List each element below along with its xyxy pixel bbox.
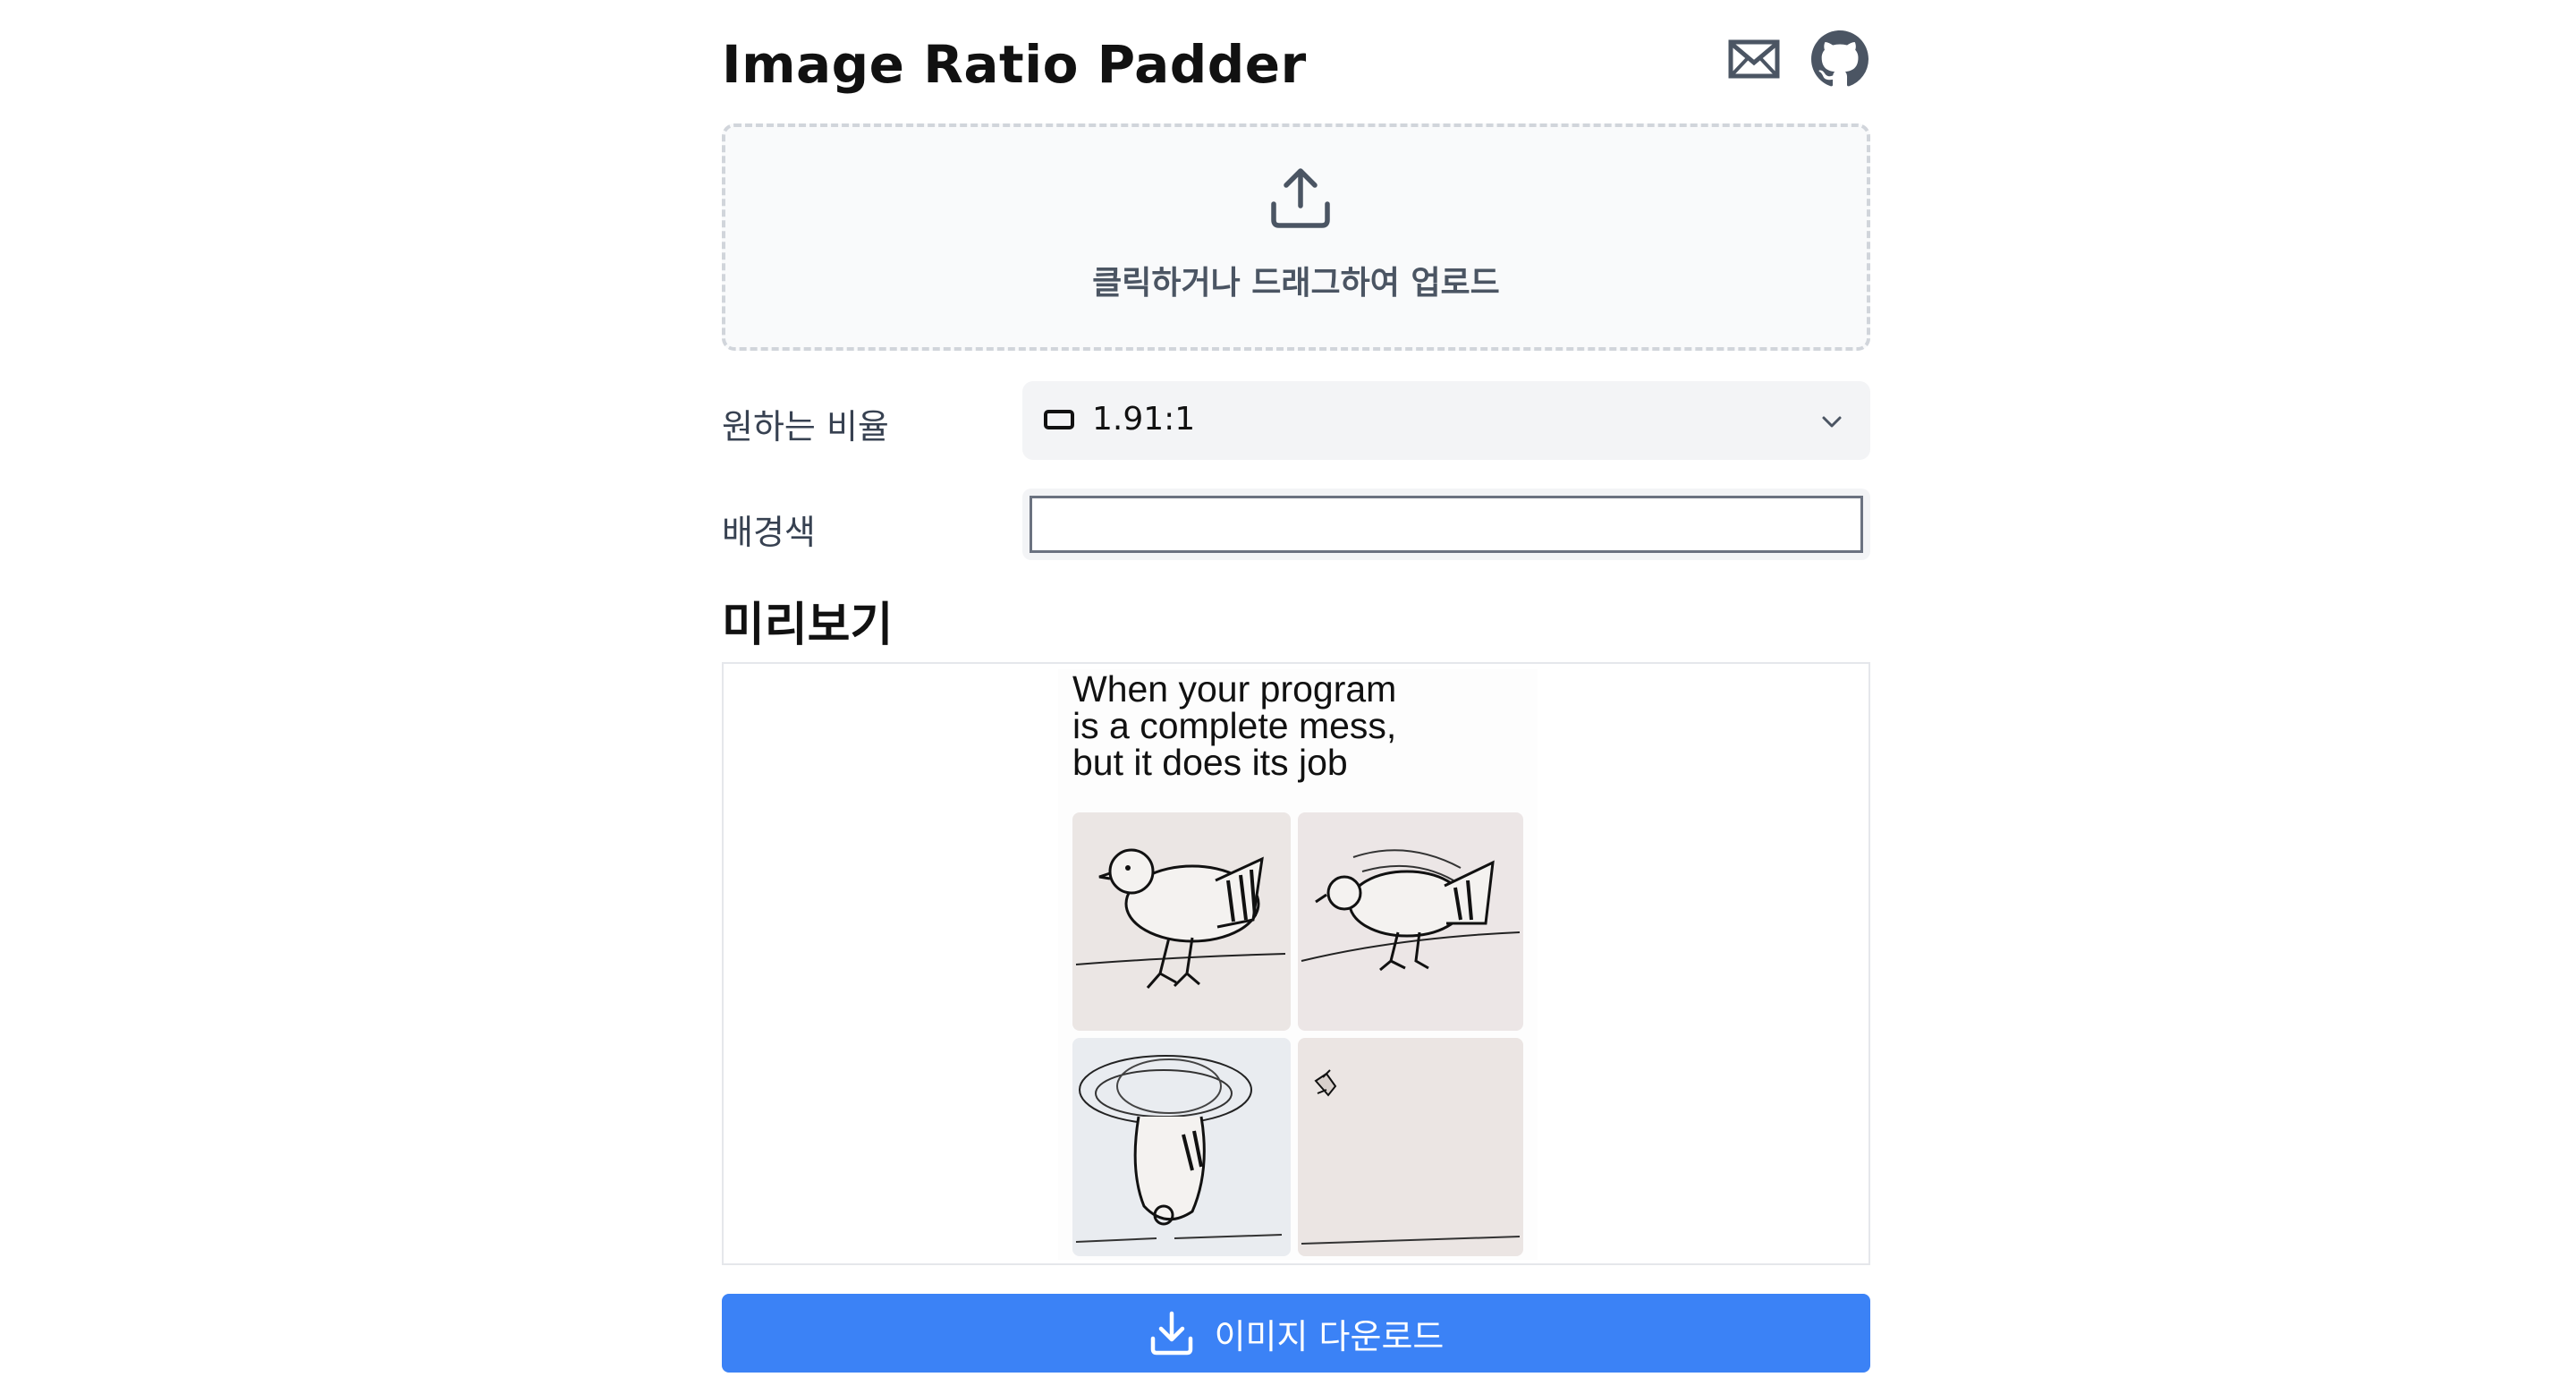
meme-panel: [1072, 812, 1291, 1031]
upload-instructions: 클릭하거나 드래그하여 업로드: [1092, 265, 1500, 302]
ratio-selected-value: 1.91:1: [1092, 401, 1196, 438]
download-icon: [1150, 1311, 1192, 1356]
mail-button[interactable]: [1725, 30, 1783, 88]
chevron-down-icon: [1822, 416, 1842, 428]
preview-area: When your program is a complete mess, bu…: [722, 662, 1870, 1265]
upload-dropzone[interactable]: 클릭하거나 드래그하여 업로드: [722, 123, 1870, 351]
preview-title: 미리보기: [722, 599, 894, 652]
meme-panel: [1298, 812, 1523, 1031]
ratio-label: 원하는 비율: [722, 407, 889, 446]
header: Image Ratio Padder: [722, 27, 1870, 107]
download-button[interactable]: 이미지 다운로드: [722, 1294, 1870, 1373]
background-color-label: 배경색: [722, 513, 816, 552]
meme-panel: [1072, 1038, 1291, 1256]
meme-caption-line: When your program: [1072, 669, 1396, 710]
github-button[interactable]: [1811, 30, 1868, 88]
meme-panel: [1298, 1038, 1523, 1256]
background-color-picker[interactable]: [1022, 489, 1870, 560]
preview-image: When your program is a complete mess, bu…: [1058, 669, 1538, 1260]
upload-icon: [1271, 168, 1330, 228]
color-swatch: [1030, 496, 1863, 553]
mail-icon: [1728, 39, 1780, 79]
meme-caption-line: but it does its job: [1072, 742, 1348, 783]
page-title: Image Ratio Padder: [722, 34, 1307, 95]
github-icon: [1811, 30, 1868, 87]
meme-caption-line: is a complete mess,: [1072, 705, 1396, 746]
download-label: 이미지 다운로드: [1214, 1316, 1445, 1356]
landscape-rect-icon: [1044, 410, 1074, 429]
ratio-select[interactable]: 1.91:1: [1022, 381, 1870, 460]
